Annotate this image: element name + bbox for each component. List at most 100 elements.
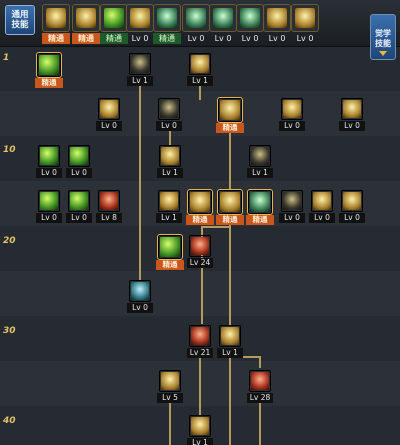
- r4-shield-claw-icon: [190, 192, 210, 212]
- skill-r4-cross[interactable]: Lv 0: [309, 190, 335, 223]
- r7-gold-fist-icon: [221, 327, 239, 345]
- skill-level-label: Lv 0: [36, 168, 62, 178]
- skill-level-label: 精通: [186, 215, 214, 225]
- skill-connector: [229, 130, 231, 190]
- tab-level: Lv 0: [268, 34, 286, 43]
- tab-level: Lv 0: [187, 34, 205, 43]
- skill-level-label: Lv 1: [156, 213, 182, 223]
- skill-level-label: Lv 21: [187, 348, 213, 358]
- r3-crown-icon: [161, 147, 179, 165]
- skill-level-label: Lv 0: [279, 121, 305, 131]
- r8-gold-pillar-icon: [161, 372, 179, 390]
- skill-level-label: 精通: [216, 215, 244, 225]
- skill-r5-red-stack[interactable]: Lv 24: [187, 235, 213, 268]
- tab-spark[interactable]: Lv 0: [291, 4, 319, 43]
- skill-r4-lion[interactable]: 精通: [216, 189, 244, 225]
- skill-r2-trident[interactable]: Lv 0: [339, 98, 365, 131]
- r4-cross-icon: [313, 192, 331, 210]
- skill-level-label: Lv 0: [66, 213, 92, 223]
- r4-green-dagger-icon: [40, 192, 58, 210]
- tab-kick[interactable]: Lv 0: [182, 4, 210, 43]
- skill-connector: [169, 400, 171, 445]
- skill-connector: [259, 356, 261, 368]
- skill-connector: [259, 400, 261, 445]
- r1-claw-icon: [131, 55, 149, 73]
- skill-level-label: Lv 1: [187, 438, 213, 445]
- r1-green-orb-icon: [39, 55, 59, 75]
- skill-r8-gold-pillar[interactable]: Lv 5: [157, 370, 183, 403]
- r4-moon-icon: [250, 192, 270, 212]
- skill-level-label: Lv 0: [36, 213, 62, 223]
- skill-r2-shield[interactable]: Lv 0: [279, 98, 305, 131]
- skill-level-label: Lv 0: [309, 213, 335, 223]
- skill-level-label: 精通: [246, 215, 274, 225]
- skill-r4-moon[interactable]: 精通: [246, 189, 274, 225]
- kick-icon: [186, 8, 206, 28]
- skill-level-label: 精通: [35, 78, 63, 88]
- tree-row-band: [0, 271, 400, 316]
- skill-r3-green-sword[interactable]: Lv 0: [36, 145, 62, 178]
- skill-r4-green-star[interactable]: Lv 0: [66, 190, 92, 223]
- tab-dash[interactable]: Lv 0: [209, 4, 237, 43]
- tab-vortex[interactable]: Lv 0: [236, 4, 264, 43]
- skill-r5-green-fist[interactable]: 精通: [156, 234, 184, 270]
- r4-wind-icon: [283, 192, 301, 210]
- skill-r3-crown[interactable]: Lv 1: [157, 145, 183, 178]
- skill-r4-green-dagger[interactable]: Lv 0: [36, 190, 62, 223]
- skill-level-label: Lv 0: [127, 303, 153, 313]
- skill-r9-gold-strike[interactable]: Lv 1: [187, 415, 213, 445]
- golden-warrior-icon: [267, 8, 287, 28]
- tab-flame-swirl[interactable]: 精通: [72, 4, 100, 44]
- r2-trident-icon: [343, 100, 361, 118]
- skill-level-label: 精通: [156, 260, 184, 270]
- spark-icon: [295, 8, 315, 28]
- skill-r7-gold-fist[interactable]: Lv 1: [217, 325, 243, 358]
- skill-level-label: Lv 1: [187, 76, 213, 86]
- skill-r4-crescent[interactable]: Lv 1: [156, 190, 182, 223]
- skill-r7-red-dash[interactable]: Lv 21: [187, 325, 213, 358]
- tab-burst-fist[interactable]: 精通: [100, 4, 128, 44]
- tab-common-skills[interactable]: 通用 技能: [5, 5, 35, 35]
- skill-connector: [199, 85, 201, 100]
- skill-r2-wings[interactable]: Lv 0: [96, 98, 122, 131]
- level-marker-30: 30: [3, 326, 16, 336]
- flame-swirl-icon: [76, 8, 96, 28]
- r8-red-flame-icon: [251, 372, 269, 390]
- r2-wings-icon: [100, 100, 118, 118]
- tab-martial-figure[interactable]: 精通: [42, 4, 70, 44]
- tab-leaf-wing[interactable]: Lv 0: [126, 4, 154, 43]
- r1-sweep-icon: [191, 55, 209, 73]
- skill-level-label: Lv 1: [157, 168, 183, 178]
- level-marker-40: 40: [3, 416, 16, 426]
- skill-r4-wind[interactable]: Lv 0: [279, 190, 305, 223]
- tab-level: 精通: [100, 33, 128, 44]
- r3-spiral-icon: [251, 147, 269, 165]
- awakening-skills-label: 觉学 技能: [375, 29, 391, 48]
- skill-r1-claw[interactable]: Lv 1: [127, 53, 153, 86]
- skill-r6-wave[interactable]: Lv 0: [127, 280, 153, 313]
- level-marker-1: 1: [3, 53, 10, 63]
- skill-r8-red-flame[interactable]: Lv 28: [247, 370, 273, 403]
- level-marker-20: 20: [3, 236, 16, 246]
- tab-level: 精通: [153, 33, 181, 44]
- martial-figure-icon: [46, 8, 66, 28]
- skill-r4-fire[interactable]: Lv 0: [339, 190, 365, 223]
- tab-level: Lv 0: [214, 34, 232, 43]
- skill-r2-arrow[interactable]: Lv 0: [156, 98, 182, 131]
- tab-golden-warrior[interactable]: Lv 0: [263, 4, 291, 43]
- skill-level-label: Lv 1: [217, 348, 243, 358]
- skill-r1-green-orb[interactable]: 精通: [35, 52, 63, 88]
- skill-r1-sweep[interactable]: Lv 1: [187, 53, 213, 86]
- skill-level-label: Lv 0: [66, 168, 92, 178]
- skill-level-label: Lv 0: [339, 121, 365, 131]
- r2-arrow-icon: [160, 100, 178, 118]
- tab-level: Lv 0: [296, 34, 314, 43]
- skill-r3-spiral[interactable]: Lv 1: [247, 145, 273, 178]
- skill-r2-tornado[interactable]: 精通: [216, 97, 244, 133]
- tab-green-orb[interactable]: 精通: [153, 4, 181, 44]
- skill-level-label: Lv 0: [156, 121, 182, 131]
- skill-r4-red-bolt[interactable]: Lv 8: [96, 190, 122, 223]
- skill-r4-shield-claw[interactable]: 精通: [186, 189, 214, 225]
- awakening-skills-button[interactable]: 觉学 技能: [370, 14, 396, 60]
- skill-r3-green-blade[interactable]: Lv 0: [66, 145, 92, 178]
